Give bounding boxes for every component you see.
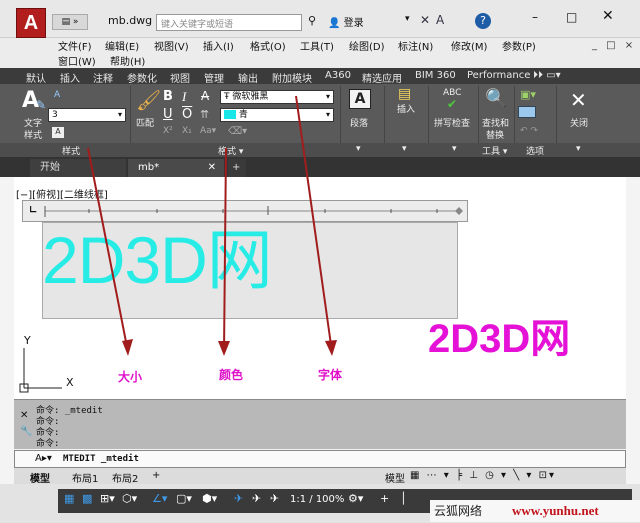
command-input-text: MTEDIT _mtedit: [63, 454, 139, 464]
scale-value[interactable]: 1:1 / 100%: [290, 494, 344, 505]
grid-icon[interactable]: ▦: [64, 492, 74, 505]
gear-icon[interactable]: ⚙▾: [348, 492, 363, 505]
watermark-text: 云狐网络: [434, 504, 483, 518]
status-tools-icons[interactable]: ▦ ⋯ ▾ ╞ ⊥ ◷ ▾ ╲ ▾ ⊡▾: [410, 470, 556, 481]
tab-model[interactable]: 模型: [30, 470, 50, 485]
annotation-scale-icon[interactable]: ✈: [234, 492, 243, 505]
arrow-size: [87, 147, 129, 353]
3d-snap-icon[interactable]: ⬢▾: [202, 492, 217, 505]
auto-scale-icon[interactable]: ✈: [270, 492, 279, 505]
command-input[interactable]: A▸▾ MTEDIT _mtedit: [14, 450, 626, 468]
watermark-url: www.yunhu.net: [512, 503, 599, 518]
model-space-label[interactable]: 模型: [385, 470, 405, 485]
ucs-y-label: Y: [24, 334, 31, 347]
annotation-visibility-icon[interactable]: ✈: [252, 492, 261, 505]
add-layout-button[interactable]: +: [152, 470, 160, 481]
arrow-color: [223, 147, 227, 353]
tab-layout1[interactable]: 布局1: [72, 470, 98, 485]
arrowhead-font: [325, 340, 337, 356]
ucs-x-label: X: [66, 376, 74, 389]
command-prompt-icon[interactable]: A▸▾: [35, 453, 52, 464]
annotation-size: 大小: [118, 370, 143, 384]
object-snap-icon[interactable]: ▢▾: [176, 492, 192, 505]
plus-icon[interactable]: +: [380, 492, 389, 505]
arrowhead-size: [122, 339, 133, 356]
watermark: 云狐网络 www.yunhu.net: [430, 500, 640, 522]
command-history-line: 命令:: [36, 439, 60, 449]
annotation-color: 颜色: [219, 368, 244, 382]
ortho-icon[interactable]: ⊞▾: [100, 492, 115, 505]
annotation-font: 字体: [318, 368, 343, 382]
command-history[interactable]: ✕ 🔧: [14, 399, 626, 449]
tracking-icon[interactable]: ∠▾: [152, 492, 167, 505]
tab-layout2[interactable]: 布局2: [112, 470, 138, 485]
close-command-icon[interactable]: ✕: [20, 410, 28, 421]
arrowhead-color: [218, 341, 230, 356]
wrench-icon[interactable]: 🔧: [20, 426, 32, 437]
isodraft-icon[interactable]: ⬡▾: [122, 492, 137, 505]
arrow-font: [295, 95, 333, 353]
snap-icon[interactable]: ▩: [82, 492, 92, 505]
isolate-icon[interactable]: │: [400, 492, 407, 505]
